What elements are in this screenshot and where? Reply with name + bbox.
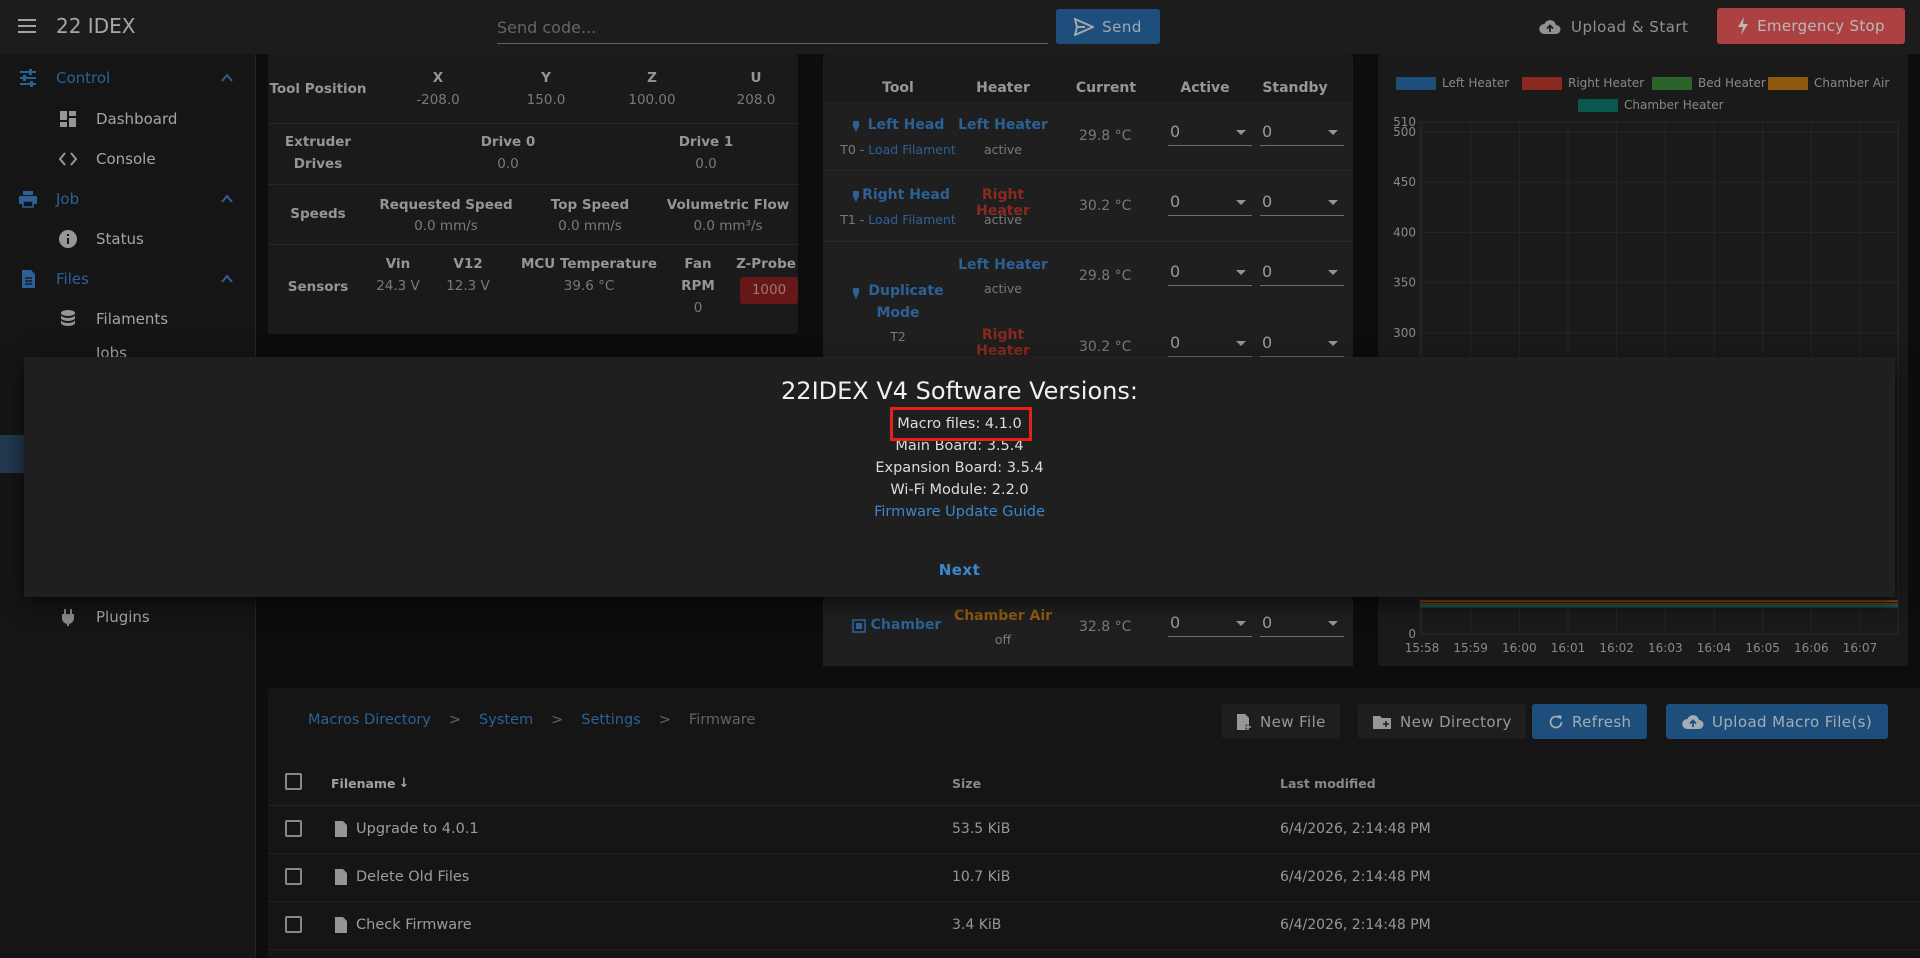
expansion-board-version: Expansion Board: 3.5.4 [875, 460, 1044, 476]
wifi-module-version: Wi-Fi Module: 2.2.0 [890, 482, 1029, 498]
highlight-box [890, 407, 1032, 441]
software-versions-dialog: 22IDEX V4 Software Versions: Macro files… [24, 357, 1895, 597]
firmware-update-guide-link[interactable]: Firmware Update Guide [24, 504, 1895, 520]
next-button[interactable]: Next [24, 561, 1895, 579]
dialog-title: 22IDEX V4 Software Versions: [781, 377, 1138, 405]
